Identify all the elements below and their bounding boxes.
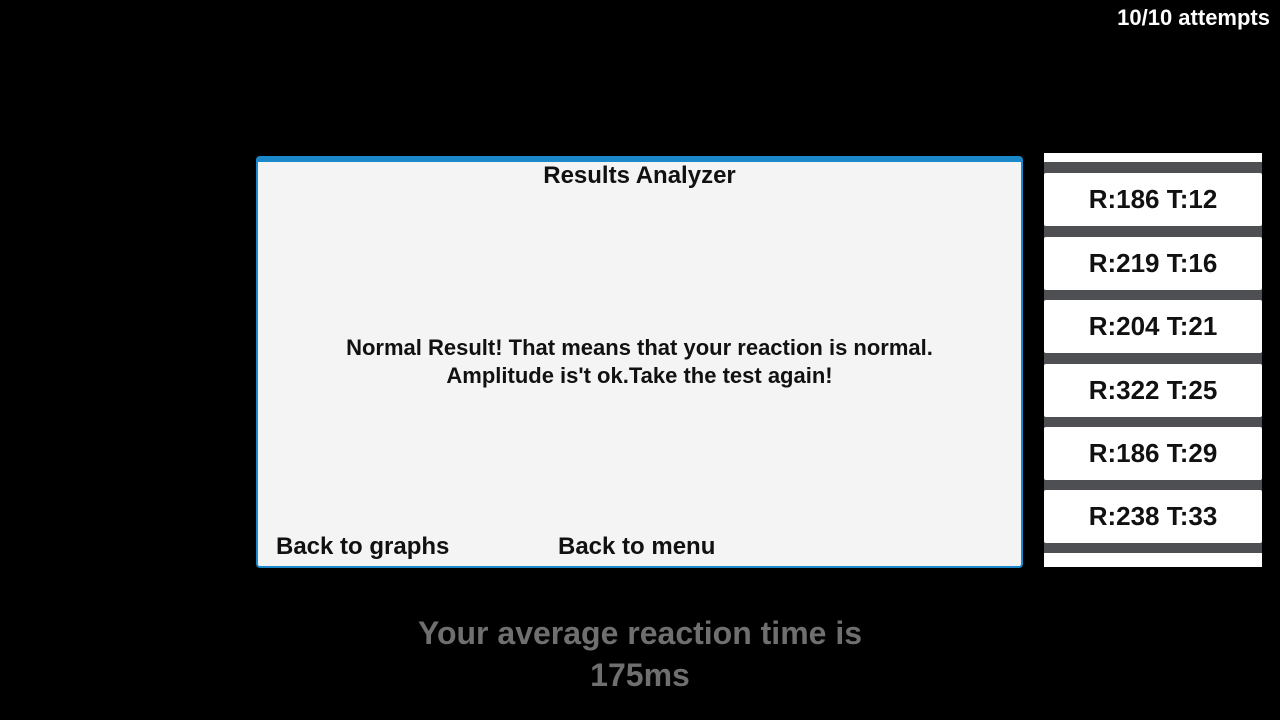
result-item-2[interactable]: R:219 T:16 xyxy=(1044,237,1262,290)
result-item-3[interactable]: R:204 T:21 xyxy=(1044,300,1262,353)
dialog-message-line-1: Normal Result! That means that your reac… xyxy=(346,335,933,360)
list-item-partial xyxy=(1044,553,1262,567)
result-item-4[interactable]: R:322 T:25 xyxy=(1044,364,1262,417)
list-item-partial xyxy=(1044,153,1262,162)
average-label: Your average reaction time is xyxy=(417,615,863,651)
attempts-counter: 10/10 attempts xyxy=(1117,5,1270,30)
average-reaction-time: Your average reaction time is 175ms xyxy=(340,612,940,696)
results-list[interactable]: R:186 T:12 R:219 T:16 R:204 T:21 R:322 T… xyxy=(1044,153,1262,567)
dialog-message-line-2: Amplitude is't ok.Take the test again! xyxy=(446,363,833,388)
back-to-menu-button[interactable]: Back to menu xyxy=(558,532,715,562)
back-to-graphs-button[interactable]: Back to graphs xyxy=(276,532,449,562)
dialog-message: Normal Result! That means that your reac… xyxy=(258,334,1021,390)
average-value: 175ms xyxy=(590,657,690,693)
dialog-title: Results Analyzer xyxy=(543,162,736,189)
result-item-1[interactable]: R:186 T:12 xyxy=(1044,173,1262,226)
result-item-5[interactable]: R:186 T:29 xyxy=(1044,427,1262,480)
results-screen: 10/10 attempts Results Analyzer Normal R… xyxy=(0,0,1280,720)
result-item-6[interactable]: R:238 T:33 xyxy=(1044,490,1262,543)
results-analyzer-dialog: Results Analyzer Normal Result! That mea… xyxy=(256,156,1023,568)
